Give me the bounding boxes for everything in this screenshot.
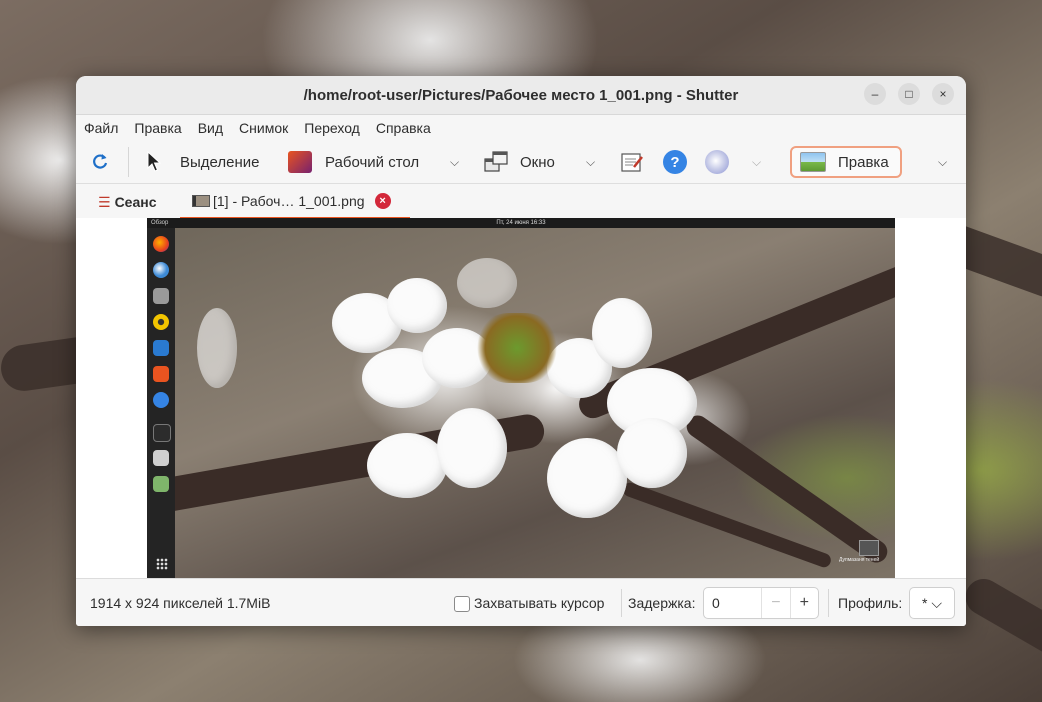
delay-label: Задержка: (628, 595, 696, 611)
title-bar[interactable]: /home/root-user/Pictures/Рабочее место 1… (76, 76, 966, 115)
chevron-down-icon: ⌵ (586, 154, 596, 169)
window-dropdown[interactable]: ⌵ (586, 141, 595, 183)
terminal-icon (153, 424, 171, 442)
window-icon (484, 151, 508, 172)
tab-file-label: [1] - Рабоч… 1_001.png (213, 192, 365, 209)
tab-bar: ☰ Сеанс [1] - Рабоч… 1_001.png × (76, 184, 966, 221)
refresh-icon (93, 154, 108, 169)
capture-cursor-checkbox[interactable] (454, 596, 470, 612)
tab-session-label: Сеанс (114, 194, 157, 210)
delay-input[interactable]: 0 (704, 595, 761, 611)
minimize-button[interactable]: – (864, 83, 886, 105)
preview-petal (197, 308, 237, 388)
shutter-window: /home/root-user/Pictures/Рабочее место 1… (76, 76, 966, 626)
preview-dock (147, 228, 175, 578)
close-tab-icon[interactable]: × (374, 192, 391, 209)
desktop-label: Рабочий стол (325, 153, 420, 171)
preview-petal (437, 408, 507, 488)
status-separator (621, 589, 622, 617)
image-icon (800, 152, 826, 172)
capture-cursor-label[interactable]: Захватывать курсор (474, 579, 604, 626)
preview-trash-label: Дупмазаня теней (839, 557, 880, 563)
help-icon (153, 392, 169, 408)
menu-capture-button[interactable] (621, 141, 643, 183)
menu-bar: Файл Правка Вид Снимок Переход Справка (76, 115, 966, 141)
software-icon (153, 366, 169, 382)
menu-help[interactable]: Справка (376, 120, 431, 136)
selection-label: Выделение (180, 153, 260, 171)
status-bar: 1914 x 924 пикселей 1.7MiB Захватывать к… (76, 578, 966, 626)
writer-icon (153, 340, 169, 356)
window-title: /home/root-user/Pictures/Рабочее место 1… (303, 86, 739, 104)
desktop-button[interactable]: Рабочий стол (288, 141, 419, 183)
preview-petal (617, 418, 687, 488)
menu-screenshot[interactable]: Снимок (239, 120, 288, 136)
list-icon: ☰ (98, 193, 111, 210)
menu-view[interactable]: Вид (198, 120, 223, 136)
chevron-down-icon: ⌵ (938, 154, 948, 169)
maximize-button[interactable]: □ (898, 83, 920, 105)
firefox-icon (153, 236, 169, 252)
desktop-icon (288, 151, 312, 173)
preview-leaves (477, 313, 557, 383)
rhythmbox-icon (153, 314, 169, 330)
status-separator (828, 589, 829, 617)
app-grid-icon (156, 558, 168, 570)
tab-file[interactable]: [1] - Рабоч… 1_001.png × (180, 184, 410, 220)
toolbar: Выделение Рабочий стол ⌵ Окно ⌵ ? ⌵ Прав… (76, 141, 966, 184)
desktop-dropdown[interactable]: ⌵ (450, 141, 459, 183)
window-capture-button[interactable]: Окно (484, 141, 555, 183)
menu-edit[interactable]: Правка (134, 120, 181, 136)
preview-petal (592, 298, 652, 368)
preview-clock: Пт, 24 июня 16:33 (496, 220, 546, 226)
web-dropdown[interactable]: ⌵ (752, 141, 761, 183)
thumbnail-icon (192, 194, 210, 207)
help-button[interactable]: ? (663, 141, 687, 183)
chevron-down-icon: ⌵ (450, 154, 460, 169)
menu-capture-icon (621, 153, 643, 172)
more-dropdown[interactable]: ⌵ (938, 141, 947, 183)
toolbar-separator (128, 147, 129, 177)
window-controls: – □ × (864, 83, 954, 105)
profile-label: Профиль: (838, 595, 903, 611)
image-canvas[interactable]: Обзор Пт, 24 июня 16:33 Дупмазаня теней (76, 218, 966, 578)
cursor-icon (147, 151, 162, 172)
web-capture-button[interactable] (705, 141, 729, 183)
preview-petal (547, 438, 627, 518)
help-icon: ? (663, 150, 687, 174)
trash-icon (153, 476, 169, 492)
thunderbird-icon (153, 262, 169, 278)
profile-select[interactable]: * ⌵ (909, 587, 955, 619)
preview-trash-desktop-icon (859, 540, 879, 556)
tab-session[interactable]: ☰ Сеанс (98, 184, 157, 220)
edit-label: Правка (838, 153, 889, 171)
preview-petal (387, 278, 447, 333)
chevron-down-icon: ⌵ (752, 154, 762, 169)
preview-petal (367, 433, 447, 498)
preview-petal (457, 258, 517, 308)
refresh-button[interactable] (90, 141, 110, 183)
menu-go[interactable]: Переход (304, 120, 360, 136)
image-info: 1914 x 924 пикселей 1.7MiB (90, 595, 271, 611)
screenshot-icon (153, 450, 169, 466)
menu-file[interactable]: Файл (84, 120, 118, 136)
screenshot-preview: Обзор Пт, 24 июня 16:33 Дупмазаня теней (147, 218, 895, 578)
delay-increment-button[interactable]: + (789, 588, 818, 618)
window-label: Окно (520, 153, 555, 171)
files-icon (153, 288, 169, 304)
edit-button[interactable]: Правка (790, 146, 902, 178)
delay-spinner: 0 − + (703, 587, 819, 619)
selection-button[interactable]: Выделение (146, 141, 259, 183)
close-button[interactable]: × (932, 83, 954, 105)
web-icon (705, 150, 729, 174)
wallpaper-branch (959, 572, 1042, 664)
delay-decrement-button[interactable]: − (761, 588, 789, 618)
